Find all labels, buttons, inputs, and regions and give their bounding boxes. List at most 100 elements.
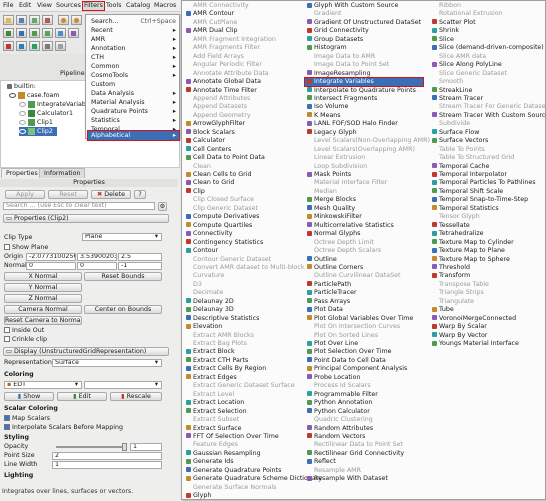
rescale-button[interactable]: ▮ Rescale	[110, 392, 162, 401]
menu-item-reflect[interactable]: Reflect	[307, 458, 425, 466]
menu-item-cell-data-to-point-data[interactable]: Cell Data to Point Data	[186, 154, 304, 162]
clip-type-select[interactable]: Plane ▾	[82, 233, 162, 241]
menu-catalog[interactable]: Catalog	[126, 2, 150, 10]
menu-item-slice-demand-driven-composite[interactable]: Slice (demand-driven-composite)	[432, 44, 545, 52]
menu-item-mask-points[interactable]: Mask Points	[307, 171, 425, 179]
origin-y-field[interactable]: 3.5390020310	[77, 253, 117, 261]
eye-icon[interactable]	[19, 119, 26, 125]
representation-select[interactable]: Surface ▾	[52, 359, 162, 367]
menu-item-plot-data[interactable]: Plot Data	[307, 306, 425, 314]
menu-item-pass-arrays[interactable]: Pass Arrays	[307, 298, 425, 306]
menu-item-calculator[interactable]: Calculator	[186, 137, 304, 145]
menu-item-temporal-statistics[interactable]: Temporal Statistics	[432, 205, 545, 213]
menu-item-amr-dual-clip[interactable]: AMR Dual Clip	[186, 27, 304, 35]
interpolate-scalars-checkbox[interactable]: Interpolate Scalars Before Mapping	[4, 424, 123, 432]
menu-item-arrowglyphfilter[interactable]: ArrowGlyphFilter	[186, 120, 304, 128]
menu-item-probe-location[interactable]: Probe Location	[307, 374, 425, 382]
menu-item-plot-over-line[interactable]: Plot Over Line	[307, 340, 425, 348]
menu-item-stream-tracer-with-custom-source[interactable]: Stream Tracer With Custom Source	[432, 112, 546, 120]
menu-item-temporal-snap-to-time-step[interactable]: Temporal Snap-to-Time-Step	[432, 196, 545, 204]
menu-item-block-scalars[interactable]: Block Scalars	[186, 129, 304, 137]
menu-item-voronoimergeconnected[interactable]: VoronoiMergeConnected	[432, 315, 545, 323]
menu-item-temporal-shift-scale[interactable]: Temporal Shift Scale	[432, 188, 545, 196]
point-size-field[interactable]: 2	[52, 452, 162, 460]
menu-item-outline[interactable]: Outline	[307, 256, 425, 264]
opacity-field[interactable]: 1	[130, 443, 162, 451]
menu-item-stream-tracer[interactable]: Stream Tracer	[432, 95, 545, 103]
menu-item-connectivity[interactable]: Connectivity	[186, 230, 304, 238]
reset-bounds-button[interactable]: Reset Bounds	[84, 272, 162, 281]
menu-item-cell-centers[interactable]: Cell Centers	[186, 146, 304, 154]
menu-item-streakline[interactable]: StreakLine	[432, 87, 545, 95]
connect-icon[interactable]	[29, 15, 40, 25]
menu-item-extract-selection[interactable]: Extract Selection	[186, 408, 304, 416]
menu-edit[interactable]: Edit	[19, 2, 31, 10]
menu-item-amr[interactable]: AMR ▸	[91, 35, 179, 44]
tree-node-calculator1[interactable]: Calculator1	[19, 109, 73, 118]
menu-item-histogram[interactable]: Histogram	[307, 44, 425, 52]
menu-item-compute-quartiles[interactable]: Compute Quartiles	[186, 222, 304, 230]
menu-item-temporal-particles-to-pathlines[interactable]: Temporal Particles To Pathlines	[432, 179, 545, 187]
z-normal-button[interactable]: Z Normal	[4, 294, 82, 303]
menu-item-outline-corners[interactable]: Outline Corners	[307, 264, 425, 272]
menu-item-extract-block[interactable]: Extract Block	[186, 348, 304, 356]
menu-item-threshold[interactable]: Threshold	[432, 264, 545, 272]
menu-item-gradient-of-unstructured-dataset[interactable]: Gradient Of Unstructured DataSet	[307, 19, 425, 27]
display-group-toggle[interactable]: ▭ Display (UnstructuredGridRepresentatio…	[3, 347, 169, 356]
line-width-field[interactable]: 1	[52, 461, 162, 469]
menu-item-custom[interactable]: Custom	[91, 80, 179, 89]
menu-item-cth[interactable]: CTH ▸	[91, 53, 179, 62]
menu-item-particlepath[interactable]: ParticlePath	[307, 281, 425, 289]
camera-normal-button[interactable]: Camera Normal	[4, 305, 82, 314]
menu-item-grid-connectivity[interactable]: Grid Connectivity	[307, 27, 425, 35]
menu-sources[interactable]: Sources	[56, 2, 81, 10]
menu-item-iso-volume[interactable]: Iso Volume	[307, 103, 425, 111]
menu-item-slice[interactable]: Slice	[432, 36, 545, 44]
menu-item-resample-with-dataset[interactable]: Resample With Dataset	[307, 475, 425, 483]
menu-item-texture-map-to-plane[interactable]: Texture Map to Plane	[432, 247, 545, 255]
menu-item-programmable-filter[interactable]: Programmable Filter	[307, 391, 425, 399]
tree-node-clip2[interactable]: Clip2	[19, 127, 57, 136]
menu-item-material-analysis[interactable]: Material Analysis ▸	[91, 98, 179, 107]
menu-item-point-data-to-cell-data[interactable]: Point Data to Cell Data	[307, 357, 425, 365]
menu-item-legacy-glyph[interactable]: Legacy Glyph	[307, 129, 425, 137]
menu-item-cosmotools[interactable]: CosmoTools ▸	[91, 71, 179, 80]
eye-icon[interactable]	[19, 110, 26, 116]
menu-item-quadrature-points[interactable]: Quadrature Points ▸	[91, 107, 179, 116]
warp-icon[interactable]	[29, 41, 40, 51]
menu-item-delaunay-3d[interactable]: Delaunay 3D	[186, 306, 304, 314]
menu-item-clean-cells-to-grid[interactable]: Clean Cells to Grid	[186, 171, 304, 179]
menu-filters[interactable]: Filters	[82, 1, 105, 11]
menu-item-alphabetical[interactable]: Alphabetical ▸	[87, 130, 180, 141]
disconnect-icon[interactable]	[42, 15, 53, 25]
slice-icon[interactable]	[42, 28, 53, 38]
menu-item-multicorrelative-statistics[interactable]: Multicorrelative Statistics	[307, 222, 425, 230]
menu-item-lanl-fof-sod-halo-finder[interactable]: LANL FOF/SOD Halo Finder	[307, 120, 425, 128]
menu-item-contingency-statistics[interactable]: Contingency Statistics	[186, 239, 304, 247]
menu-item-extract-location[interactable]: Extract Location	[186, 399, 304, 407]
open-file-icon[interactable]	[3, 15, 14, 25]
normal-x-field[interactable]: 0	[26, 262, 76, 270]
properties-group-toggle[interactable]: ▭ Properties (Clip2)	[3, 214, 169, 223]
menu-item-amr-contour[interactable]: AMR Contour	[186, 10, 304, 18]
eye-icon[interactable]	[19, 128, 26, 134]
normal-z-field[interactable]: -1	[118, 262, 162, 270]
menu-item-extract-cells-by-region[interactable]: Extract Cells By Region	[186, 365, 304, 373]
menu-item-tetrahedralize[interactable]: Tetrahedralize	[432, 230, 545, 238]
menu-item-clip[interactable]: Clip	[186, 188, 304, 196]
apply-button[interactable]: Apply	[5, 190, 45, 199]
normal-y-field[interactable]: 0	[77, 262, 117, 270]
origin-z-field[interactable]: 2.5	[118, 253, 162, 261]
menu-item-random-attributes[interactable]: Random Attributes	[307, 425, 425, 433]
menu-tools[interactable]: Tools	[106, 2, 122, 10]
properties-search-input[interactable]: Search ... (use Esc to clear text)	[3, 202, 155, 210]
tree-node-case-foam[interactable]: case.foam	[9, 91, 60, 100]
menu-item-texture-map-to-sphere[interactable]: Texture Map to Sphere	[432, 256, 545, 264]
menu-item-delaunay-2d[interactable]: Delaunay 2D	[186, 298, 304, 306]
contour-icon[interactable]	[16, 28, 27, 38]
menu-item-imageresampling[interactable]: ImageResampling	[307, 70, 425, 78]
save-data-icon[interactable]	[16, 15, 27, 25]
menu-item-youngs-material-interface[interactable]: Youngs Material Interface	[432, 340, 545, 348]
menu-item-python-calculator[interactable]: Python Calculator	[307, 408, 425, 416]
menu-item-particletracer[interactable]: ParticleTracer	[307, 289, 425, 297]
